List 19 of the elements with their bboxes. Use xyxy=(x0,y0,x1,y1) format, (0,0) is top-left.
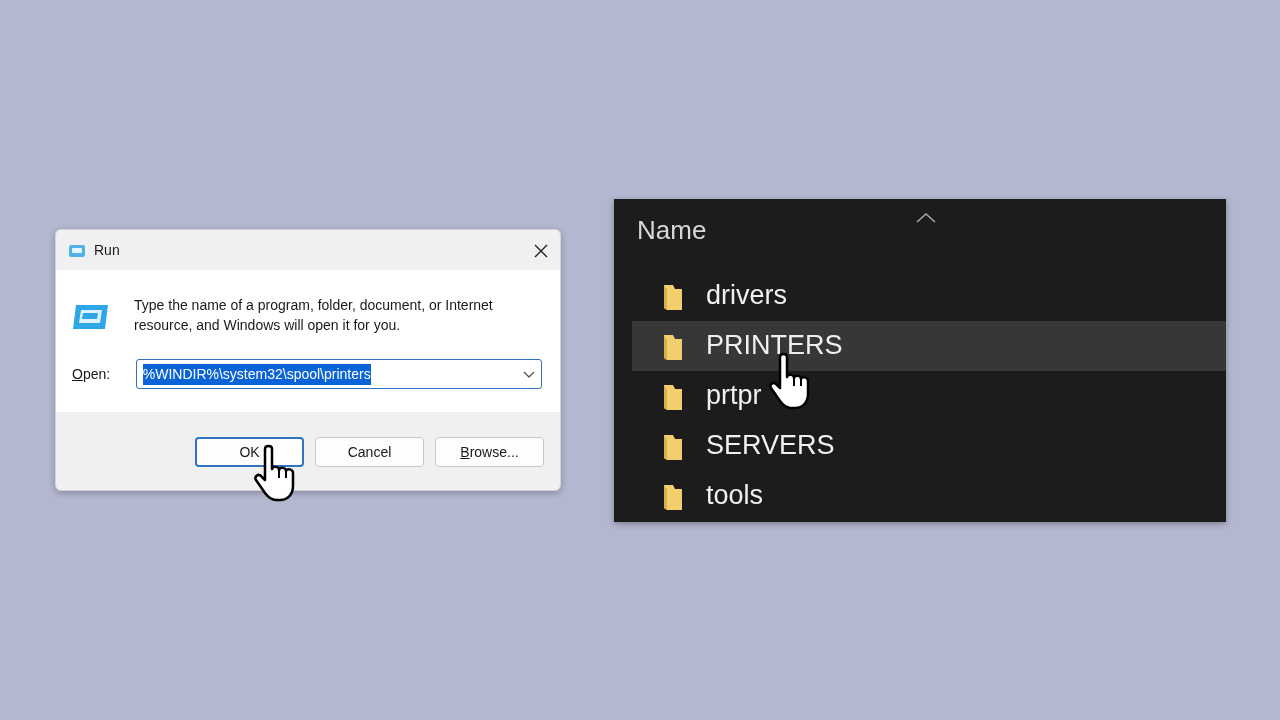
run-icon xyxy=(72,303,110,331)
field-value: %WINDIR%\system32\spool\printers xyxy=(142,363,371,385)
window-title: Run xyxy=(94,240,121,260)
folder-name: drivers xyxy=(706,279,787,313)
column-header[interactable]: Name xyxy=(637,214,707,245)
folder-row[interactable]: drivers xyxy=(632,270,1226,321)
folder-row[interactable]: SERVERS xyxy=(632,420,1226,471)
folder-row[interactable]: tools xyxy=(632,470,1226,521)
combo-field[interactable]: %WINDIR%\system32\spool\printers xyxy=(135,359,542,389)
dialog-button[interactable]: OK xyxy=(195,437,304,467)
folder-name: SERVERS xyxy=(706,429,835,463)
folder-name: prtpr xyxy=(706,379,762,413)
folder-name: PRINTERS xyxy=(706,329,843,363)
dialog-button[interactable]: Browse... xyxy=(435,437,544,467)
folder-row[interactable]: prtpr xyxy=(632,370,1226,421)
dialog-button[interactable]: Cancel xyxy=(315,437,424,467)
instruction-text: Type the name of a program, folder, document, or Internet resource, and Windows will open it for you. xyxy=(134,296,494,335)
field-label: Open: xyxy=(72,364,112,384)
folder-name: tools xyxy=(706,479,764,513)
